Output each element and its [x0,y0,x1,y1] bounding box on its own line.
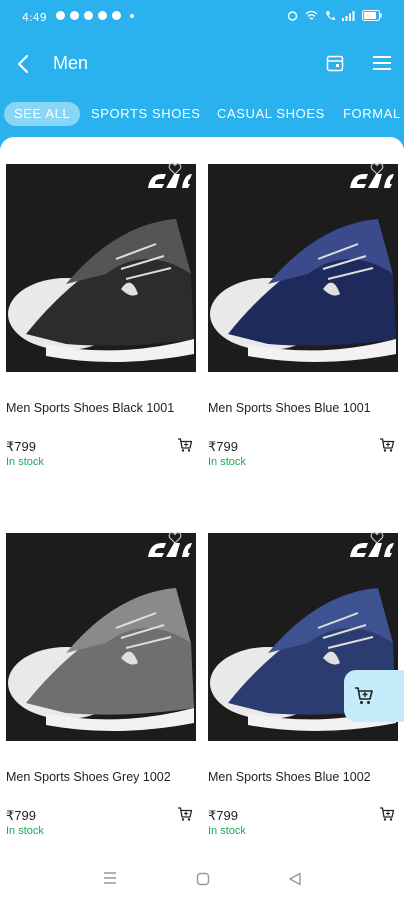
product-card[interactable]: Men Sports Shoes Blue 1001 ₹799 In stock [208,162,400,474]
add-to-cart-icon[interactable] [379,437,395,453]
signal-icon [342,11,355,21]
home-icon[interactable] [196,872,210,886]
gmail-icon [98,11,107,20]
calendar-icon[interactable] [326,54,344,72]
product-price: ₹799 [208,439,238,454]
battery-icon [362,10,382,21]
status-time: 4:49 [22,11,47,24]
category-tabs: SEE ALL SPORTS SHOES CASUAL SHOES FORMAL… [0,92,404,136]
cart-icon [355,687,373,704]
youtube-icon [112,11,121,20]
page-title: Men [53,53,89,73]
message-icon [70,11,79,20]
product-image[interactable] [208,164,398,372]
product-price: ₹799 [6,439,36,454]
product-card[interactable]: Men Sports Shoes Black 1001 ₹799 In stock [6,162,198,474]
product-name[interactable]: Men Sports Shoes Grey 1002 [6,770,206,784]
status-bar: 4:49 [0,0,404,36]
app-bar: Men [0,36,404,92]
product-name[interactable]: Men Sports Shoes Black 1001 [6,401,206,415]
system-icons [287,10,382,21]
menu-icon[interactable] [372,54,392,72]
product-name[interactable]: Men Sports Shoes Blue 1002 [208,770,404,784]
wishlist-heart-icon[interactable] [168,162,182,176]
product-grid: Men Sports Shoes Black 1001 ₹799 In stock … [0,137,404,900]
product-card[interactable]: Men Sports Shoes Grey 1002 ₹799 In stock [6,531,198,843]
product-name[interactable]: Men Sports Shoes Blue 1001 [208,401,404,415]
tab-sports-shoes[interactable]: SPORTS SHOES [91,102,201,126]
back-arrow-icon[interactable] [12,52,36,76]
notification-icons [56,11,134,20]
stock-status: In stock [6,825,44,837]
stock-status: In stock [6,456,44,468]
recent-apps-icon[interactable] [103,872,117,884]
back-nav-icon[interactable] [288,872,302,886]
add-to-cart-icon[interactable] [177,437,193,453]
call-icon [326,11,335,20]
tab-formal-shoes[interactable]: FORMAL S [343,102,404,126]
alarm-icon [287,11,298,21]
add-to-cart-icon[interactable] [177,806,193,822]
product-price: ₹799 [208,808,238,823]
stock-status: In stock [208,825,246,837]
cart-fab[interactable] [344,670,404,722]
whatsapp-icon [56,11,65,20]
more-notifications-icon [130,14,134,18]
wishlist-heart-icon[interactable] [370,162,384,176]
add-to-cart-icon[interactable] [379,806,395,822]
product-image[interactable] [6,533,196,741]
system-nav-bar [0,850,404,900]
tab-casual-shoes[interactable]: CASUAL SHOES [217,102,325,126]
wifi-icon [305,10,318,20]
wishlist-heart-icon[interactable] [370,531,384,545]
product-price: ₹799 [6,808,36,823]
wishlist-heart-icon[interactable] [168,531,182,545]
product-image[interactable] [6,164,196,372]
tab-see-all[interactable]: SEE ALL [4,102,81,126]
stock-status: In stock [208,456,246,468]
telegram-icon [84,11,93,20]
